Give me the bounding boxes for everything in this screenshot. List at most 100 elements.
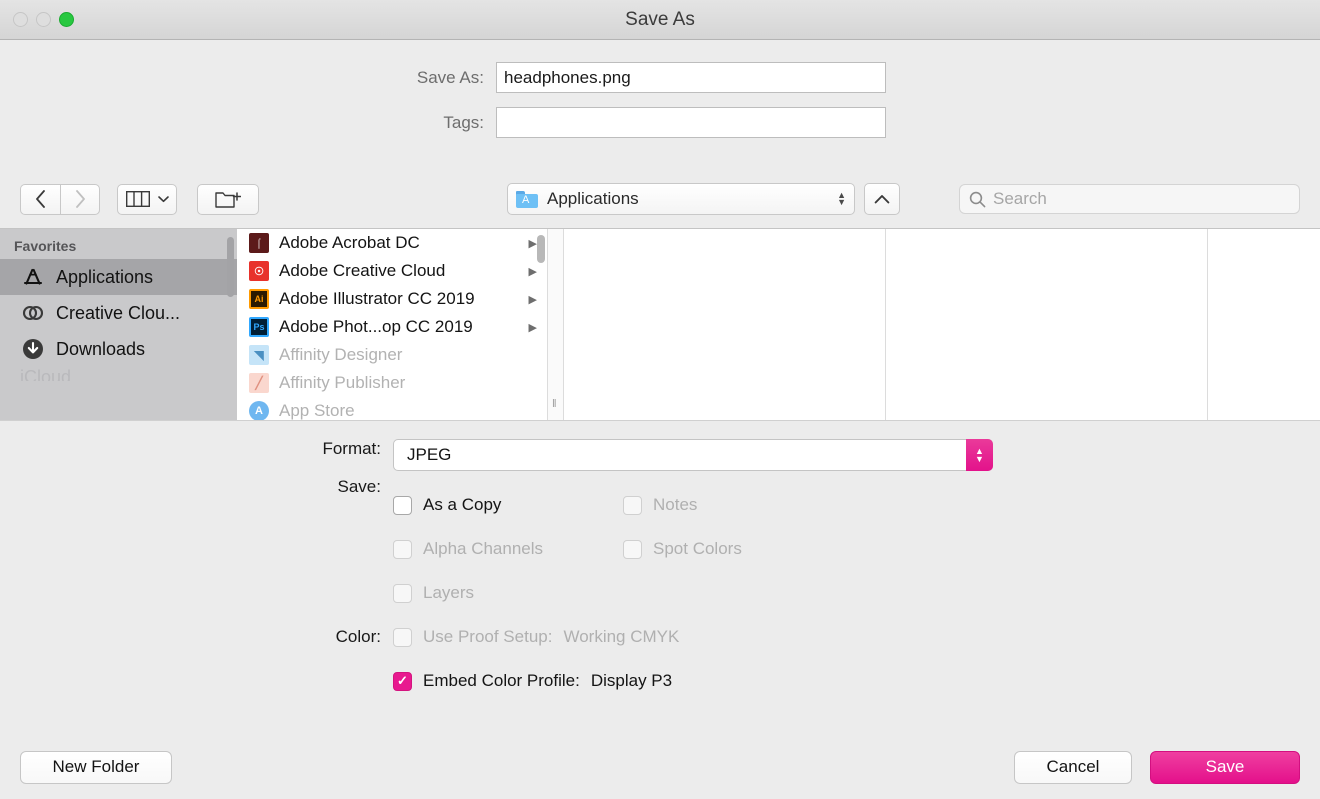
file-column-1: ⌠ Adobe Acrobat DC ▶ ☉ Adobe Creative Cl…: [237, 229, 548, 420]
checkbox-line: Alpha Channels Spot Colors: [393, 527, 1320, 571]
table-row[interactable]: ☉ Adobe Creative Cloud ▶: [237, 257, 547, 285]
up-directory-button[interactable]: [864, 183, 900, 215]
forward-button[interactable]: [60, 183, 100, 215]
table-row[interactable]: Ai Adobe Illustrator CC 2019 ▶: [237, 285, 547, 313]
view-mode-button[interactable]: [117, 183, 177, 215]
table-row[interactable]: Ps Adobe Phot...op CC 2019 ▶: [237, 313, 547, 341]
checkbox-box[interactable]: ✓: [393, 671, 412, 691]
column-resizer[interactable]: ‖: [548, 229, 564, 420]
checkbox-line: Use Proof Setup: Working CMYK: [393, 615, 1320, 659]
traffic-lights: [0, 12, 74, 27]
format-label: Format:: [322, 439, 381, 458]
search-field[interactable]: [959, 184, 1300, 214]
resizer-grip-icon: ‖: [552, 398, 558, 410]
tags-input[interactable]: [496, 107, 886, 138]
sidebar-item-label: Applications: [56, 266, 154, 287]
checkbox-box[interactable]: [393, 495, 412, 515]
file-column-4: [1208, 229, 1320, 420]
color-options-label: Color:: [335, 627, 381, 646]
embed-color-profile-checkbox[interactable]: ✓ Embed Color Profile: Display P3: [393, 671, 672, 691]
checkbox-label: Alpha Channels: [423, 539, 544, 558]
table-row[interactable]: ╱ Affinity Publisher: [237, 369, 547, 397]
checkbox-box: [393, 583, 412, 603]
checkbox-line: ✓ Embed Color Profile: Display P3: [393, 659, 1320, 703]
downloads-icon: [20, 336, 46, 362]
format-row: Format: JPEG ▲ ▼: [0, 439, 1320, 471]
filename-input[interactable]: [496, 62, 886, 93]
checkbox-box: [623, 495, 642, 515]
spot-colors-checkbox: Spot Colors: [623, 539, 742, 559]
new-folder-toolbar-button[interactable]: [197, 183, 259, 215]
affinity-publisher-icon: ╱: [249, 373, 269, 393]
chevron-right-icon: [75, 190, 85, 208]
photoshop-icon: Ps: [249, 317, 269, 337]
disclosure-arrow-icon[interactable]: ▶: [529, 237, 537, 250]
save-button[interactable]: Save: [1150, 750, 1300, 784]
tags-label: Tags:: [443, 112, 484, 132]
disclosure-arrow-icon[interactable]: ▶: [529, 321, 537, 334]
new-folder-icon: [215, 191, 241, 208]
new-folder-button[interactable]: New Folder: [20, 750, 172, 784]
as-a-copy-checkbox[interactable]: As a Copy: [393, 495, 623, 515]
zoom-button-icon[interactable]: [59, 12, 74, 27]
chevron-left-icon: [36, 190, 45, 208]
checkbox-label: Spot Colors: [653, 539, 742, 558]
navigation-buttons: [20, 183, 100, 215]
checkbox-label: Embed Color Profile:: [423, 671, 580, 690]
window-title: Save As: [625, 8, 695, 30]
table-row[interactable]: A App Store: [237, 397, 547, 420]
color-profile-value: Display P3: [590, 671, 673, 690]
applications-folder-icon: A: [516, 190, 538, 208]
format-popup-button[interactable]: JPEG ▲ ▼: [393, 439, 993, 471]
file-name: App Store: [279, 401, 355, 420]
checkbox-label: Notes: [653, 495, 698, 514]
path-label: Applications: [547, 189, 639, 208]
sidebar-item-cutoff[interactable]: iCloud: [0, 367, 237, 381]
sidebar-item-label: Creative Clou...: [56, 302, 181, 323]
acrobat-icon: ⌠: [249, 233, 269, 253]
path-stepper-icon: ▲ ▼: [837, 190, 846, 207]
name-form: Save As: Tags:: [0, 40, 1320, 170]
illustrator-icon: Ai: [249, 289, 269, 309]
disclosure-arrow-icon[interactable]: ▶: [529, 265, 537, 278]
path-popup-button[interactable]: A Applications ▲ ▼: [507, 183, 855, 215]
creative-cloud-icon: [20, 300, 46, 326]
search-input[interactable]: [993, 189, 1290, 209]
table-row[interactable]: ⌠ Adobe Acrobat DC ▶: [237, 229, 547, 257]
color-options-row: Color: Use Proof Setup: Working CMYK ✓ E…: [0, 615, 1320, 703]
close-button-icon: [13, 12, 28, 27]
creative-cloud-folder-icon: ☉: [249, 261, 269, 281]
alpha-channels-checkbox: Alpha Channels: [393, 539, 623, 559]
color-checkbox-grid: Use Proof Setup: Working CMYK ✓ Embed Co…: [393, 615, 1320, 703]
file-browser: Favorites Applications Creative Clou... …: [0, 228, 1320, 420]
layers-checkbox: Layers: [393, 583, 623, 603]
sidebar-item-downloads[interactable]: Downloads: [0, 331, 237, 367]
dialog-button-bar: New Folder Cancel Save: [0, 735, 1320, 799]
checkbox-box: [623, 539, 642, 559]
applications-icon: [20, 264, 46, 290]
disclosure-arrow-icon[interactable]: ▶: [529, 293, 537, 306]
sidebar-item-label: iCloud: [20, 367, 72, 381]
chevron-down-icon: [157, 196, 169, 203]
sidebar-scrollbar[interactable]: [227, 237, 234, 297]
file-column-2: [564, 229, 886, 420]
column-browser: ⌠ Adobe Acrobat DC ▶ ☉ Adobe Creative Cl…: [237, 229, 1320, 420]
cancel-button[interactable]: Cancel: [1014, 750, 1132, 784]
checkbox-box: [393, 539, 412, 559]
format-stepper-icon[interactable]: ▲ ▼: [966, 439, 993, 471]
window-titlebar: Save As: [0, 0, 1320, 40]
tags-row: Tags:: [0, 107, 1320, 138]
sidebar-item-applications[interactable]: Applications: [0, 259, 237, 295]
save-options-row: Save: As a Copy Notes Alpha Channels Spo…: [0, 477, 1320, 615]
back-button[interactable]: [20, 183, 60, 215]
table-row[interactable]: ◥ Affinity Designer: [237, 341, 547, 369]
save-as-dialog: Save As Save As: Tags:: [0, 0, 1320, 799]
format-options-panel: Format: JPEG ▲ ▼ Save: As a Copy Notes A…: [0, 420, 1320, 742]
column-view-icon: [125, 191, 150, 207]
sidebar-item-creative-cloud[interactable]: Creative Clou...: [0, 295, 237, 331]
column-scrollbar[interactable]: [537, 235, 545, 263]
app-store-icon: A: [249, 401, 269, 420]
file-name: Adobe Creative Cloud: [279, 261, 446, 280]
save-checkbox-grid: As a Copy Notes Alpha Channels Spot Colo: [393, 477, 1320, 615]
notes-checkbox: Notes: [623, 495, 697, 515]
